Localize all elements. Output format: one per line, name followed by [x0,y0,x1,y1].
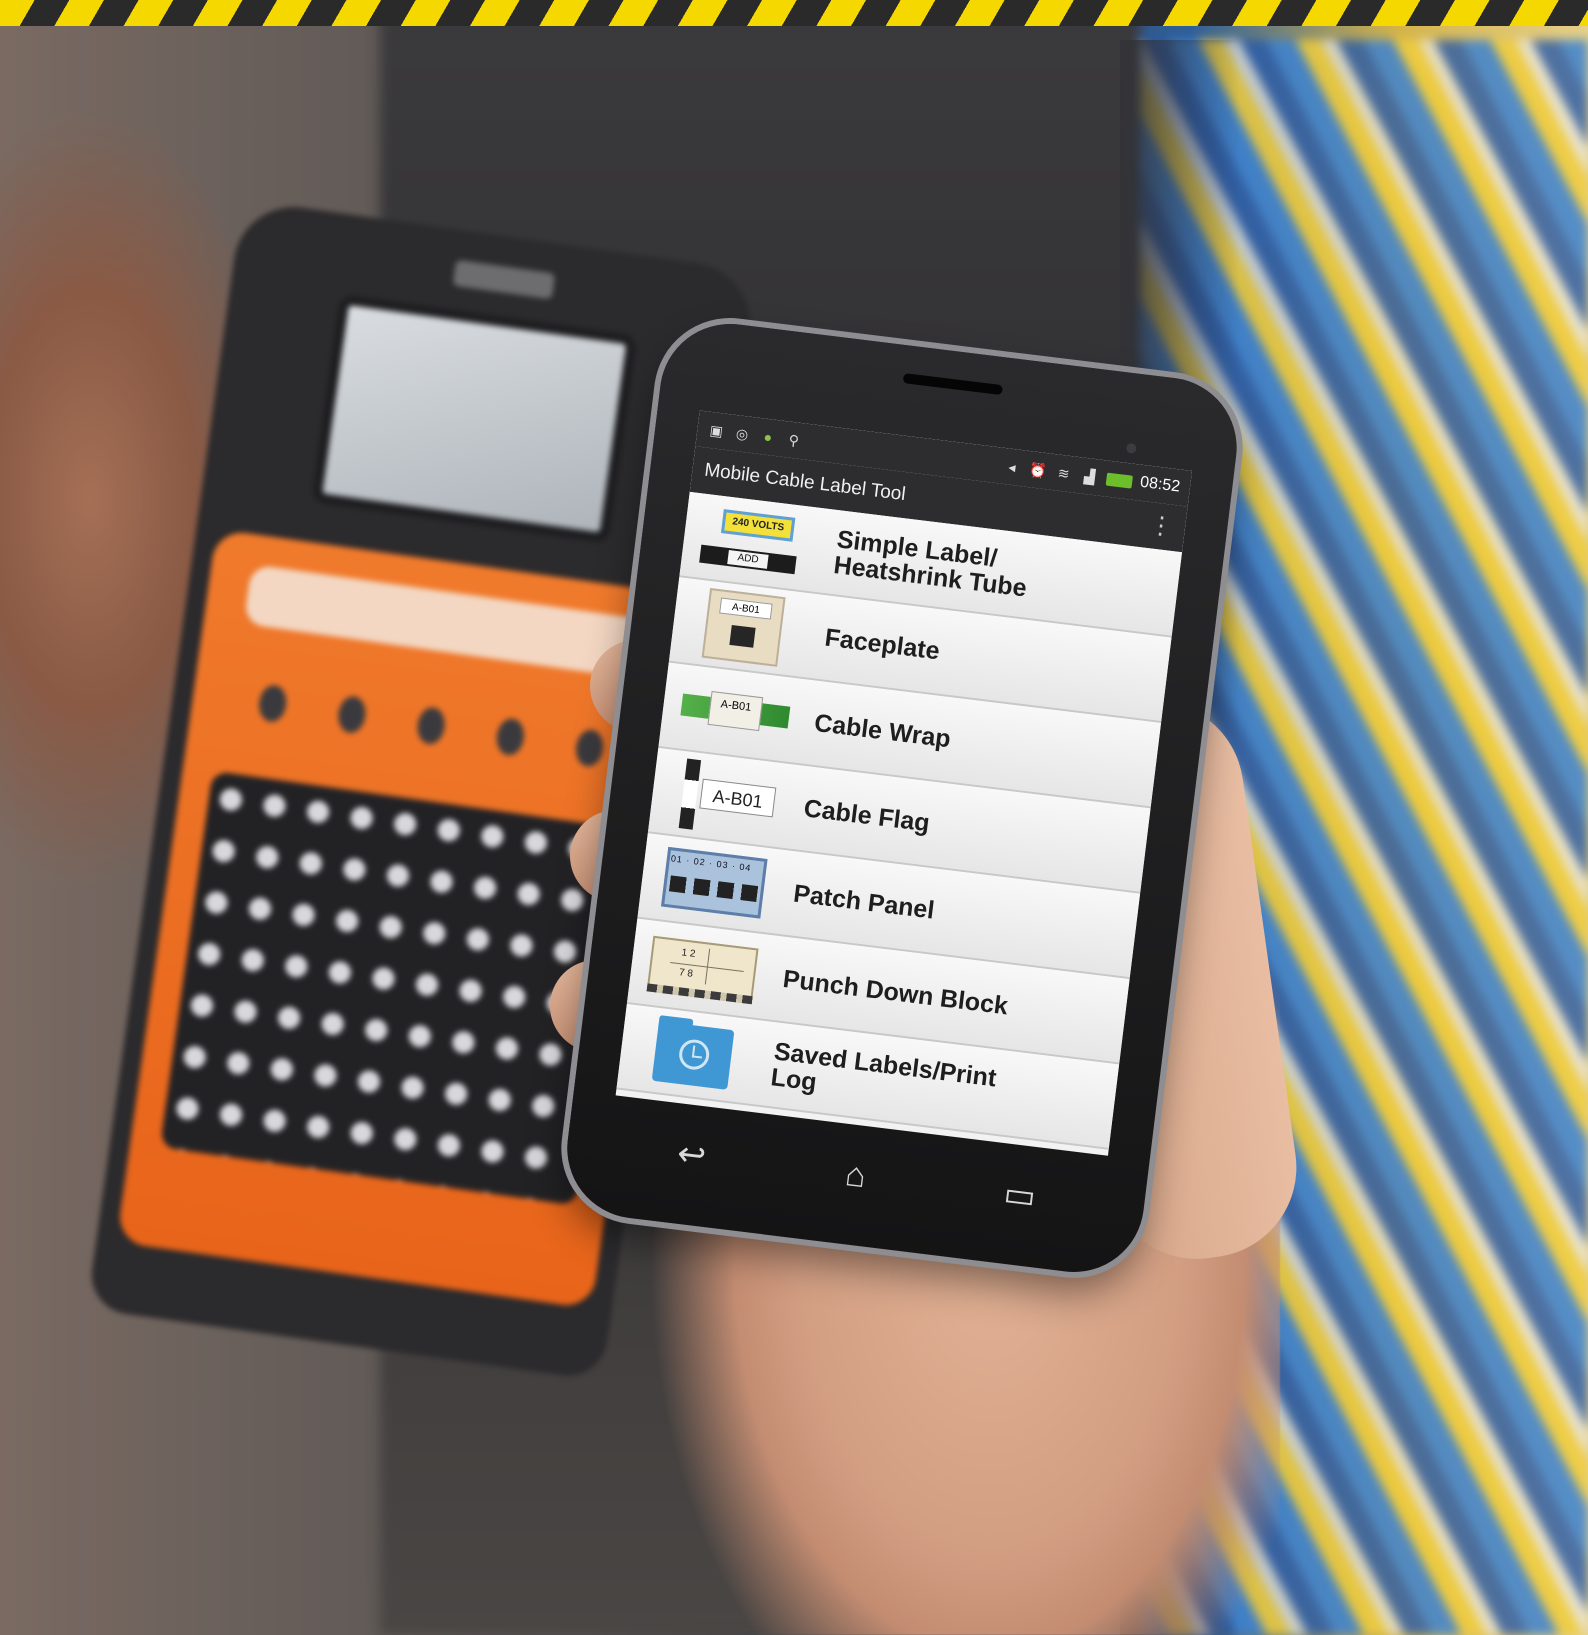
menu-item-label: Cable Flag [802,794,932,838]
menu-item-label: Cable Wrap [812,708,953,754]
ethernet-port [729,624,756,648]
signal-icon: ▟ [1083,467,1096,486]
android-icon: ● [762,428,774,446]
menu-item-label: Saved Labels/Print Log [769,1037,998,1097]
thumb-label: 1 2 [680,947,696,960]
phone-screen: ▣ ◎ ● ⚲ ◂ ⏰ ≋ ▟ 08:52 Mobile Cable Label… [615,410,1193,1156]
saved-labels-thumbnail [635,1013,751,1096]
patch-panel-thumbnail: 01 · 02 · 03 · 04 [656,842,772,925]
menu-item-label: Simple Label/ Heatshrink Tube [832,525,1029,603]
wifi-icon: ≋ [1056,464,1071,482]
back-button[interactable]: ↩ [659,1127,725,1184]
punch-down-thumbnail: 1 2 7 8 [646,928,762,1011]
menu-item-label: Faceplate [823,623,942,666]
earpiece-speaker [902,373,1004,396]
thumb-label: A-B01 [707,691,764,732]
printer-screen [311,293,638,544]
usb-icon: ⚲ [787,431,800,449]
overflow-menu-icon[interactable]: ⋮ [1148,511,1175,541]
label-type-list: 240 VOLTS ADD Simple Label/ Heatshrink T… [616,491,1183,1150]
screenshot-icon: ▣ [708,421,724,440]
thumb-label-240-volts: 240 VOLTS [720,509,796,542]
cable-wrap-thumbnail: A-B01 [677,672,793,755]
battery-icon [1105,472,1134,489]
recent-apps-button[interactable]: ▭ [987,1167,1053,1224]
flag-cable [678,758,702,830]
home-button[interactable]: ⌂ [823,1147,889,1204]
faceplate-thumbnail: A-B01 [688,586,804,669]
status-clock: 08:52 [1139,473,1182,496]
thumb-label: 7 8 [678,967,694,980]
thumb-label: A-B01 [699,778,777,818]
cable-flag-thumbnail: A-B01 [667,757,783,840]
simple-label-thumbnail: 240 VOLTS ADD [698,501,814,584]
menu-item-label: Patch Panel [791,879,936,925]
smartphone: ▣ ◎ ● ⚲ ◂ ⏰ ≋ ▟ 08:52 Mobile Cable Label… [559,316,1245,1280]
mute-icon: ◂ [1007,458,1017,476]
hazard-stripe-banner [0,0,1588,26]
front-camera [1125,442,1137,454]
thumb-label-add: ADD [727,550,769,569]
heatshrink-tube: ADD [699,544,797,575]
menu-item-label: Punch Down Block [781,964,1010,1021]
whatsapp-icon: ◎ [735,425,750,443]
alarm-icon: ⏰ [1028,461,1048,480]
